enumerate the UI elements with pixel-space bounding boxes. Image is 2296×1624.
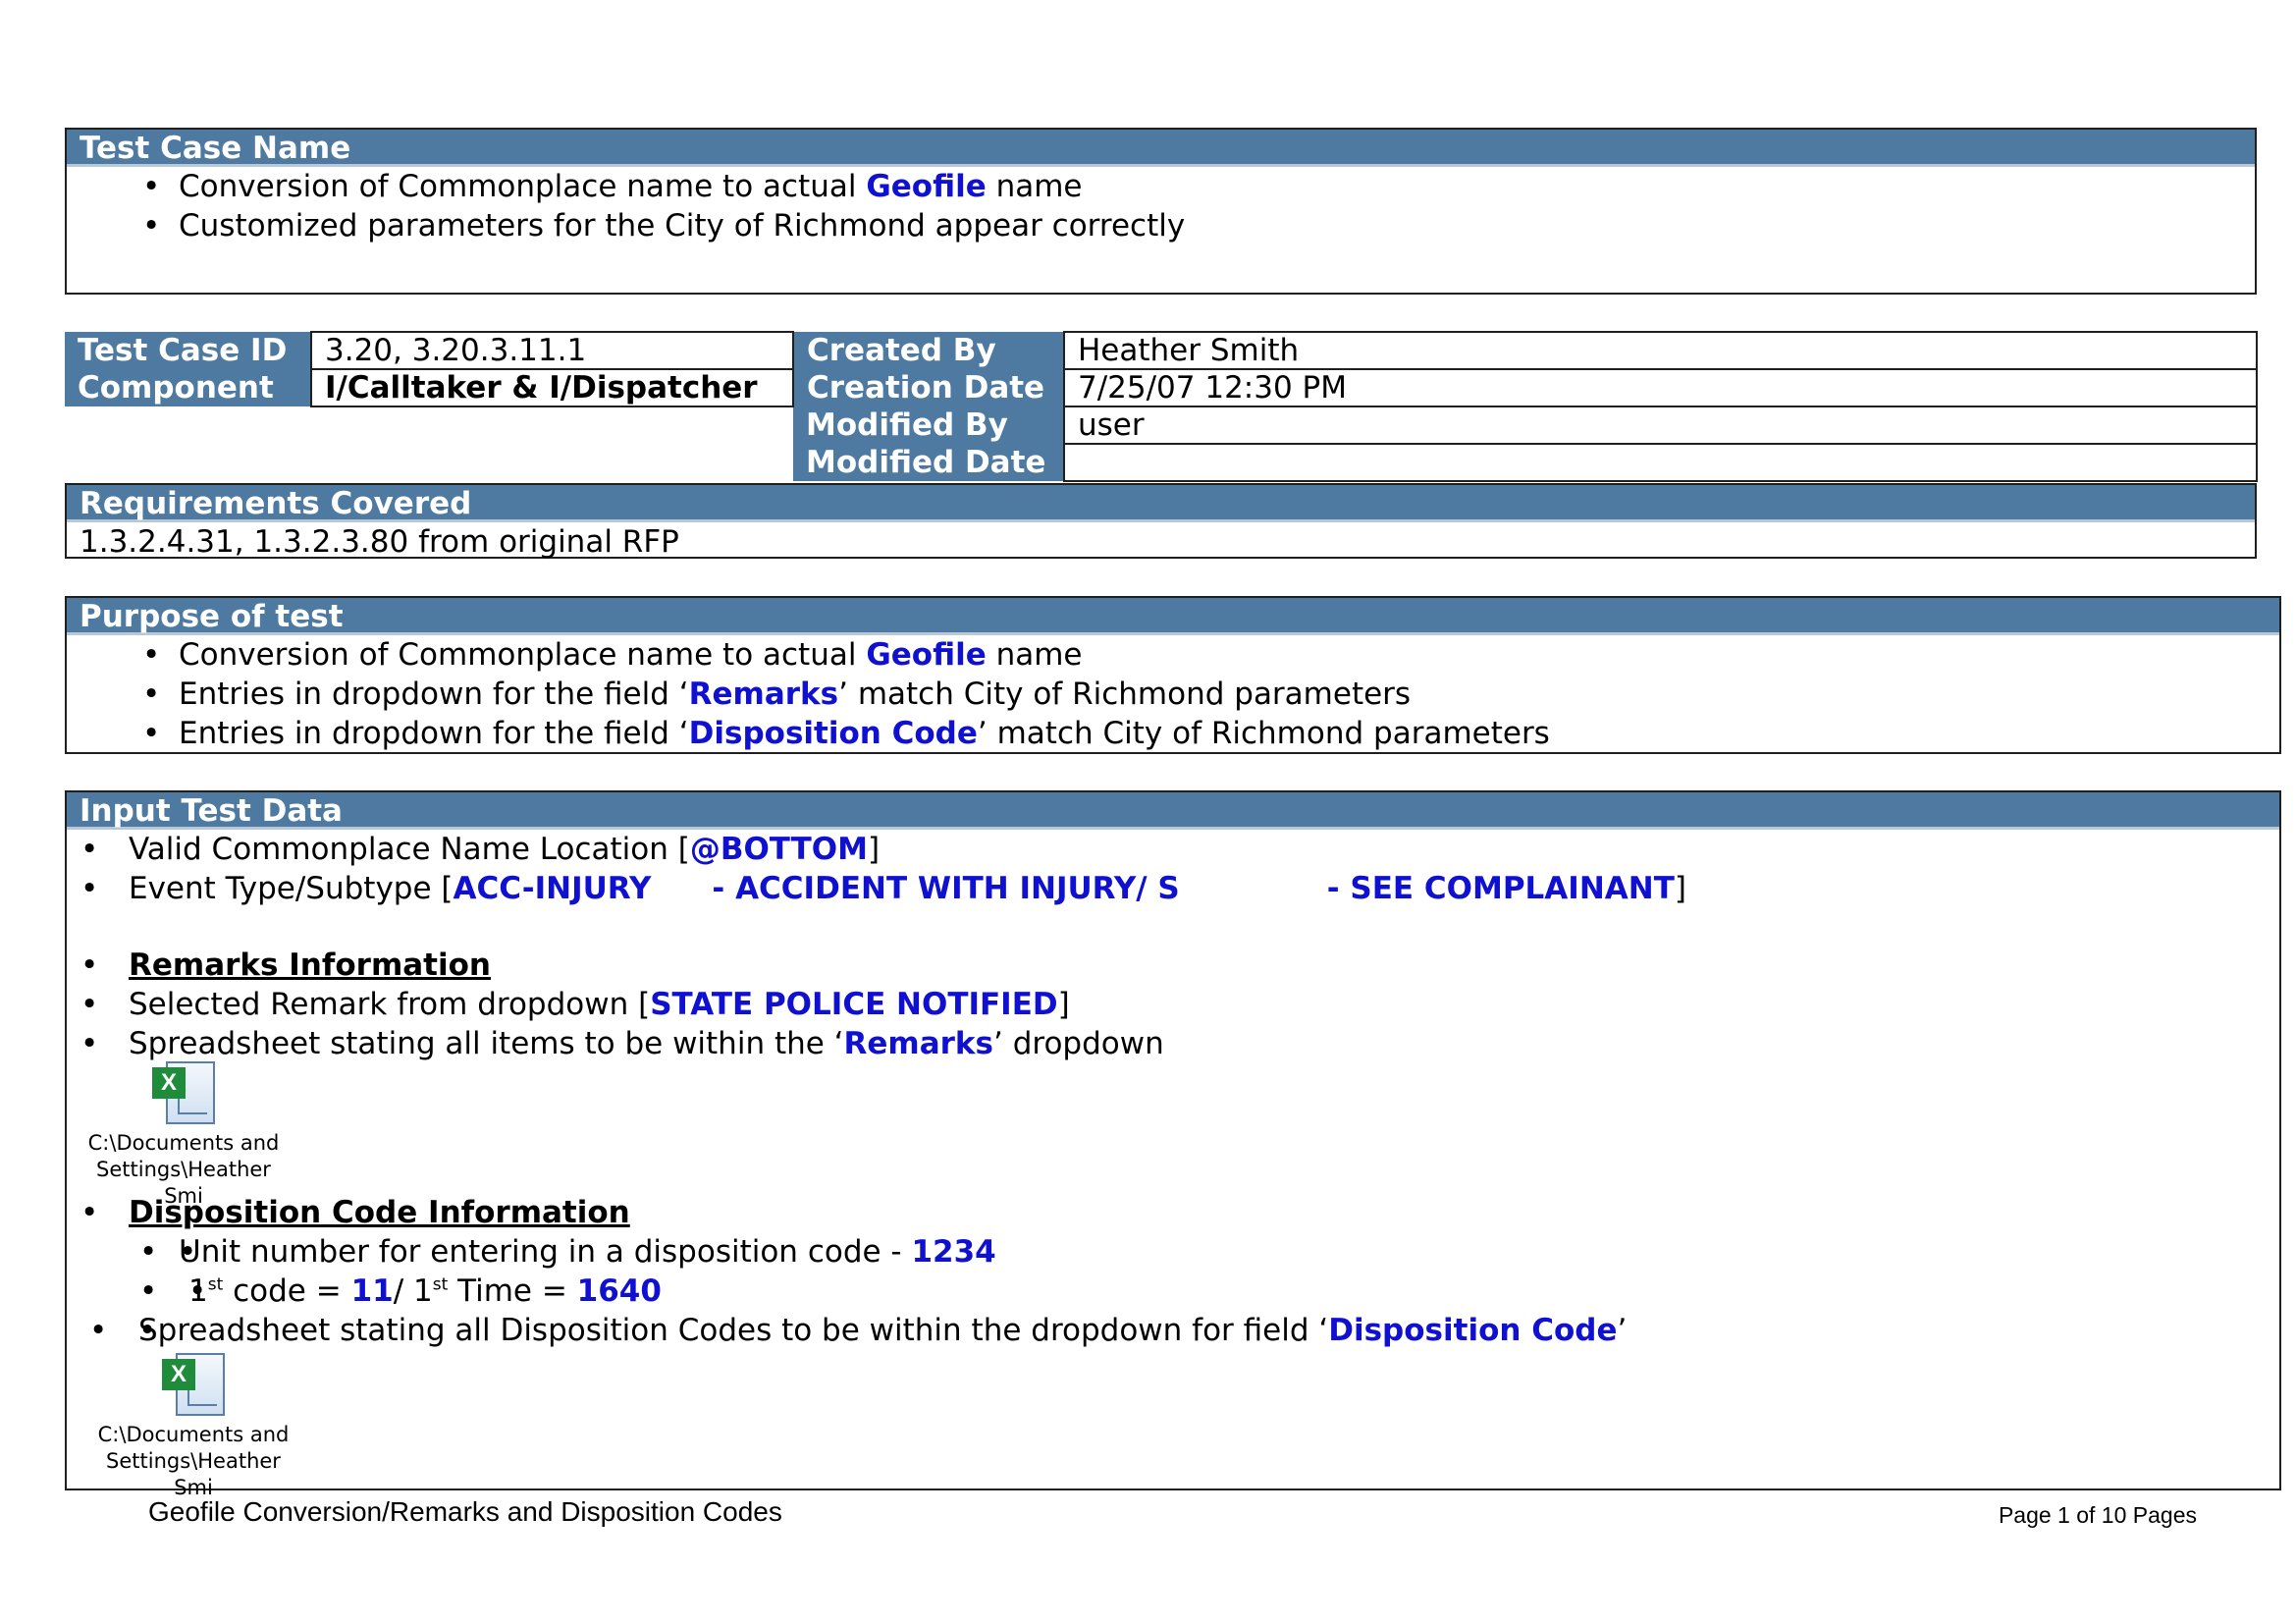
list-item: •Unit number for entering in a dispositi… <box>67 1232 2275 1272</box>
footer-page-number: Page 1 of 10 Pages <box>1998 1502 2197 1528</box>
component-value: I/Calltaker & I/Dispatcher <box>310 368 794 407</box>
modified-by-value: user <box>1063 406 2258 445</box>
modified-date-label: Modified Date <box>793 444 1064 481</box>
remarks-heading: Remarks Information <box>129 947 491 983</box>
remarks-list: Remarks Information Selected Remark from… <box>67 946 2279 1063</box>
creation-date-value: 7/25/07 12:30 PM <box>1063 368 2258 407</box>
list-item: Event Type/Subtype [ACC-INJURY- ACCIDENT… <box>67 869 2279 908</box>
list-item: •1st code = 11/ 1st Time = 1640 <box>67 1272 2275 1311</box>
list-item: Remarks Information <box>67 946 2279 985</box>
test-case-info-table: Test Case ID 3.20, 3.20.3.11.1 Created B… <box>65 331 2258 482</box>
created-by-value: Heather Smith <box>1063 331 2258 370</box>
purpose-list: Conversion of Commonplace name to actual… <box>67 635 2279 753</box>
excel-file-icon: X <box>152 1061 215 1126</box>
test-case-id-value: 3.20, 3.20.3.11.1 <box>310 331 794 370</box>
input-test-data-section: Input Test Data Valid Commonplace Name L… <box>65 790 2281 1490</box>
test-case-name-header: Test Case Name <box>67 130 2255 167</box>
disposition-block: Disposition Code Information •Unit numbe… <box>67 1193 2275 1350</box>
list-item: Entries in dropdown for the field ‘Dispo… <box>67 714 2279 753</box>
list-item: Conversion of Commonplace name to actual… <box>67 167 2255 206</box>
requirements-section: Requirements Covered 1.3.2.4.31, 1.3.2.3… <box>65 483 2257 560</box>
input-test-data-header: Input Test Data <box>67 792 2279 830</box>
disposition-heading: Disposition Code Information <box>129 1195 630 1230</box>
list-item: Entries in dropdown for the field ‘Remar… <box>67 675 2279 714</box>
test-case-name-section: Test Case Name Conversion of Commonplace… <box>65 128 2257 295</box>
creation-date-label: Creation Date <box>793 369 1064 406</box>
remarks-spreadsheet-attachment[interactable]: X C:\Documents and Settings\Heather Smi <box>76 1061 292 1210</box>
modified-by-label: Modified By <box>793 406 1064 444</box>
test-case-name-list: Conversion of Commonplace name to actual… <box>67 167 2255 245</box>
purpose-header: Purpose of test <box>67 598 2279 635</box>
footer-title: Geofile Conversion/Remarks and Dispositi… <box>148 1496 782 1527</box>
list-item: Conversion of Commonplace name to actual… <box>67 635 2279 675</box>
list-item: Valid Commonplace Name Location [@BOTTOM… <box>67 830 2279 869</box>
modified-date-value <box>1063 443 2258 482</box>
created-by-label: Created By <box>793 332 1064 369</box>
list-item: Disposition Code Information <box>67 1193 2275 1232</box>
component-label: Component <box>65 369 311 406</box>
input-list-top: Valid Commonplace Name Location [@BOTTOM… <box>67 830 2279 908</box>
list-item: Selected Remark from dropdown [STATE POL… <box>67 985 2279 1024</box>
purpose-section: Purpose of test Conversion of Commonplac… <box>65 596 2281 754</box>
requirements-text: 1.3.2.4.31, 1.3.2.3.80 from original RFP <box>80 524 679 560</box>
requirements-header: Requirements Covered <box>67 485 2255 522</box>
disposition-spreadsheet-attachment[interactable]: X C:\Documents and Settings\Heather Smi <box>85 1353 301 1501</box>
list-item: •Spreadsheet stating all Disposition Cod… <box>67 1311 2275 1350</box>
test-case-id-label: Test Case ID <box>65 332 311 369</box>
list-item: Spreadsheet stating all items to be with… <box>67 1024 2279 1063</box>
list-item: Customized parameters for the City of Ri… <box>67 206 2255 245</box>
excel-file-icon: X <box>162 1353 225 1418</box>
